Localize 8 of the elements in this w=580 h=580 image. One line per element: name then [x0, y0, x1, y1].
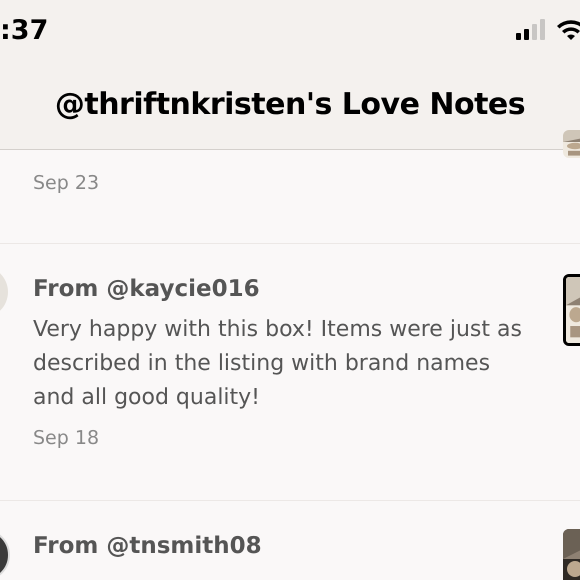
note-text: Very happy with this box! Items were just as described in the listing with brand names and all good quality! [33, 316, 523, 412]
status-time: :37 [0, 14, 48, 48]
page-title: @thriftnkristen's Love Notes [54, 86, 526, 124]
note-date: Sep 23 [33, 171, 100, 195]
note-sender: From @tnsmith08 [33, 533, 263, 559]
wifi-icon [556, 19, 580, 41]
note-date: Sep 18 [33, 426, 100, 450]
note-sender: From @kaycie016 [33, 276, 261, 302]
